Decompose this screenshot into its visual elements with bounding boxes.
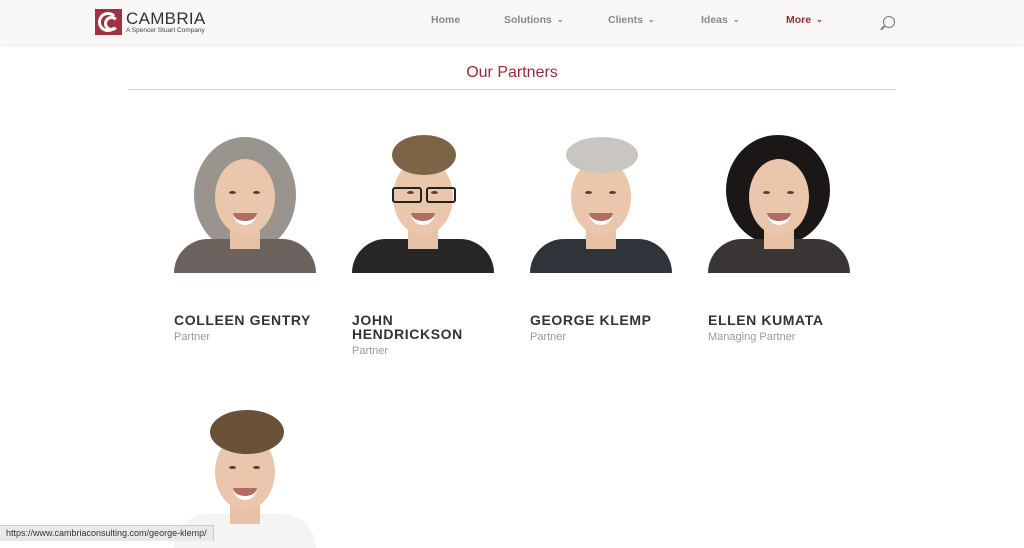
- search-icon[interactable]: [883, 16, 895, 28]
- partner-name[interactable]: ELLEN KUMATA: [708, 313, 853, 327]
- nav-home[interactable]: Home: [431, 14, 460, 26]
- chevron-down-icon: ⌄: [648, 15, 655, 24]
- nav-ideas[interactable]: Ideas ⌄: [701, 14, 740, 26]
- link-status-url: https://www.cambriaconsulting.com/george…: [0, 525, 214, 541]
- partner-role: Partner: [530, 331, 567, 343]
- chevron-down-icon: ⌄: [732, 15, 740, 24]
- partner-card[interactable]: JOHN HENDRICKSON Partner: [352, 135, 497, 357]
- partner-card[interactable]: ELLEN KUMATA Managing Partner: [708, 135, 853, 343]
- nav-clients[interactable]: Clients ⌄: [608, 14, 655, 26]
- logo-tagline: A Spencer Stuart Company: [126, 27, 205, 34]
- nav-home-label: Home: [431, 14, 461, 26]
- partner-role: Partner: [174, 331, 211, 343]
- partner-name[interactable]: GEORGE KLEMP: [530, 313, 675, 327]
- partner-name[interactable]: COLLEEN GENTRY: [174, 313, 319, 327]
- partner-photo[interactable]: [352, 135, 494, 273]
- section-divider: [128, 89, 896, 90]
- nav-solutions[interactable]: Solutions ⌄: [504, 14, 564, 26]
- partner-photo[interactable]: [530, 135, 672, 273]
- section-title: Our Partners: [466, 64, 558, 81]
- nav-more-label: More: [786, 14, 812, 26]
- nav-solutions-label: Solutions: [504, 14, 552, 26]
- chevron-down-icon: ⌄: [556, 15, 564, 24]
- nav-more[interactable]: More ⌄: [786, 14, 823, 26]
- logo-name: CAMBRIA: [126, 9, 206, 28]
- partner-card[interactable]: GEORGE KLEMP Partner: [530, 135, 675, 343]
- partner-photo[interactable]: [708, 135, 850, 273]
- partner-role: Managing Partner: [708, 331, 796, 343]
- partner-role: Partner: [352, 345, 389, 357]
- partner-photo[interactable]: [174, 135, 316, 273]
- chevron-down-icon: ⌄: [816, 15, 823, 24]
- nav-ideas-label: Ideas: [701, 14, 728, 26]
- cambria-logo-mark-icon: [95, 9, 122, 35]
- partner-card[interactable]: COLLEEN GENTRY Partner: [174, 135, 319, 343]
- partner-name[interactable]: JOHN HENDRICKSON: [352, 313, 497, 341]
- site-header: CAMBRIA A Spencer Stuart Company Home So…: [0, 0, 1024, 45]
- nav-clients-label: Clients: [608, 14, 644, 26]
- cambria-logo[interactable]: CAMBRIA A Spencer Stuart Company: [95, 9, 215, 37]
